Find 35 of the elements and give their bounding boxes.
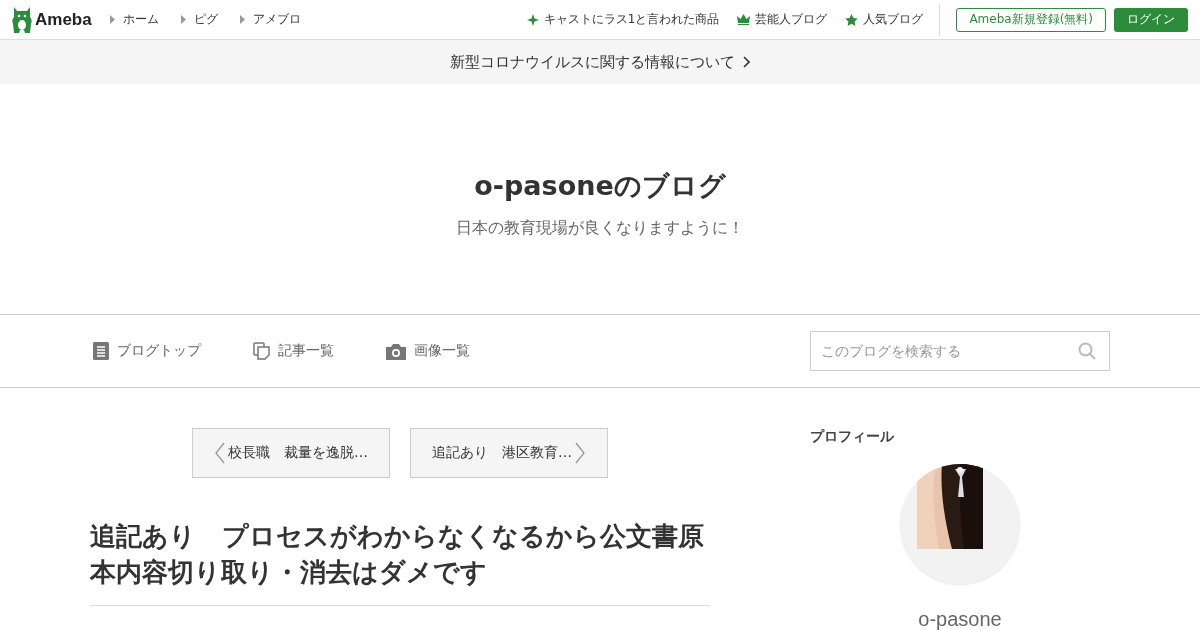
previous-article-link[interactable]: 校長職 裁量を逸脱… xyxy=(192,428,390,478)
blog-subtitle: 日本の教育現場が良くなりますように！ xyxy=(456,217,744,239)
notice-banner[interactable]: 新型コロナウイルスに関する情報について xyxy=(0,40,1200,84)
copy-icon xyxy=(253,342,270,360)
login-button[interactable]: ログイン xyxy=(1114,7,1188,32)
blog-title: o-pasoneのブログ xyxy=(474,168,726,203)
caret-icon xyxy=(109,15,115,24)
blog-nav-link[interactable]: 画像一覧 xyxy=(386,342,470,360)
profile-name[interactable]: o-pasone xyxy=(918,608,1002,630)
header-link[interactable]: キャストにラス1と言われた商品 xyxy=(526,11,720,28)
camera-icon xyxy=(386,342,406,360)
article-title: 追記あり プロセスがわからなくなるから公文書原本内容切り取り・消去はダメです xyxy=(90,518,710,606)
header-link[interactable]: 芸能人ブログ xyxy=(737,11,828,28)
sparkle-icon xyxy=(526,13,539,26)
register-button[interactable]: Ameba新規登録(無料) xyxy=(956,7,1106,32)
next-article-link[interactable]: 追記あり 港区教育… xyxy=(410,428,608,478)
crown-icon xyxy=(737,14,751,25)
logo-mascot-icon xyxy=(12,6,32,33)
document-icon xyxy=(93,342,109,360)
star-icon xyxy=(845,13,859,26)
blog-nav-link[interactable]: ブログトップ xyxy=(93,342,201,360)
chevron-icon xyxy=(214,442,226,464)
logo-text: Ameba xyxy=(35,9,92,30)
chevron-icon xyxy=(574,442,586,464)
header-link[interactable]: 人気ブログ xyxy=(845,11,924,28)
nav-link[interactable]: ホーム xyxy=(109,11,159,28)
search-field[interactable]: このブログを検索する xyxy=(810,331,1110,371)
nav-link[interactable]: アメブロ xyxy=(239,11,301,28)
profile-heading: プロフィール xyxy=(810,428,894,446)
blog-nav-link[interactable]: 記事一覧 xyxy=(253,342,334,360)
search-icon xyxy=(1078,342,1096,360)
nav-link[interactable]: ピグ xyxy=(180,11,218,28)
caret-icon xyxy=(180,15,186,24)
caret-icon xyxy=(239,15,245,24)
chevron-icon xyxy=(743,56,750,68)
